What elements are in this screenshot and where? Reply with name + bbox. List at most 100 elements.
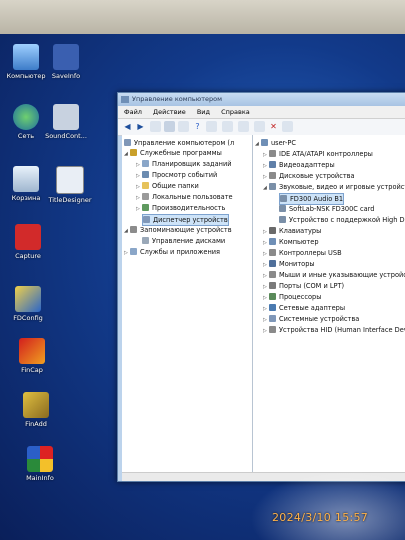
tree-item-storage[interactable]: ◢ Запоминающие устройств xyxy=(124,225,232,235)
update-driver-icon[interactable] xyxy=(238,121,249,132)
toolbar: ◀ ▶ ? ✕ xyxy=(118,119,405,136)
device-root[interactable]: ◢ user-PC xyxy=(255,138,296,148)
computer-management-window: Управление компьютером Файл Действие Вид… xyxy=(117,92,405,482)
app-icon xyxy=(121,96,129,103)
monitor-bezel xyxy=(0,0,405,34)
menu-bar: Файл Действие Вид Справка xyxy=(118,106,405,119)
ide-controller-icon xyxy=(269,150,276,157)
disk-drive-icon xyxy=(269,172,276,179)
computer-icon xyxy=(269,238,276,245)
forward-arrow-icon[interactable]: ▶ xyxy=(135,121,146,132)
back-arrow-icon[interactable]: ◀ xyxy=(122,121,133,132)
up-folder-icon[interactable] xyxy=(150,121,161,132)
tree-item-performance[interactable]: ▷ Производительность xyxy=(136,203,225,213)
hd-audio-icon xyxy=(279,216,286,223)
window-title: Управление компьютером xyxy=(132,95,222,103)
event-viewer-icon xyxy=(142,171,149,178)
device-category[interactable]: ▷ Дисковые устройства xyxy=(263,171,355,181)
keyboard-icon xyxy=(269,227,276,234)
maininfo-icon xyxy=(27,446,53,472)
properties-icon[interactable] xyxy=(178,121,189,132)
capture-icon xyxy=(15,224,41,250)
mouse-icon xyxy=(269,271,276,278)
device-tree: ◢ user-PC ▷ IDE ATA/ATAPI контроллеры ▷ Вид… xyxy=(253,135,405,481)
usb-icon xyxy=(269,249,276,256)
device-category[interactable]: ▷ Сетевые адаптеры xyxy=(263,303,345,313)
network-adapter-icon xyxy=(269,304,276,311)
disk-icon xyxy=(142,237,149,244)
performance-icon xyxy=(142,204,149,211)
desktop-icon-finadd[interactable]: FinAdd xyxy=(10,392,62,428)
soundcont-icon xyxy=(53,104,79,130)
device-category[interactable]: ▷Устройства HID (Human Interface Devices… xyxy=(263,325,405,335)
menu-action[interactable]: Действие xyxy=(153,108,186,116)
tools-icon xyxy=(130,149,137,156)
uninstall-icon[interactable]: ✕ xyxy=(268,121,279,132)
menu-view[interactable]: Вид xyxy=(197,108,210,116)
recycle-bin-icon xyxy=(13,166,39,192)
saveinfo-icon xyxy=(53,44,79,70)
desktop-icon-saveinfo[interactable]: SaveInfo xyxy=(40,44,92,80)
photo-timestamp: 2024/3/10 15:57 xyxy=(272,511,369,524)
scan-hardware-icon[interactable] xyxy=(222,121,233,132)
network-icon xyxy=(13,104,39,130)
fdconfig-icon xyxy=(15,286,41,312)
device-category[interactable]: ▷ Мониторы xyxy=(263,259,315,269)
content-area: Управление компьютером (л ◢ Служебные про… xyxy=(122,135,405,481)
device-category[interactable]: ▷ Мыши и иные указывающие устройства xyxy=(263,270,405,280)
titledesigner-icon xyxy=(56,166,84,194)
folder-icon xyxy=(142,182,149,189)
computer-icon xyxy=(13,44,39,70)
tree-item-disk-management[interactable]: Управление дисками xyxy=(142,236,225,246)
device-category[interactable]: ▷ Клавиатуры xyxy=(263,226,321,236)
show-tree-icon[interactable] xyxy=(164,121,175,132)
tree-item-root[interactable]: Управление компьютером (л xyxy=(124,138,234,148)
scheduler-icon xyxy=(142,160,149,167)
sound-device-icon xyxy=(269,183,276,190)
tree-item-services-apps[interactable]: ▷ Службы и приложения xyxy=(124,247,220,257)
users-icon xyxy=(142,193,149,200)
help-icon[interactable]: ? xyxy=(192,121,203,132)
desktop-icon-fincap[interactable]: FinCap xyxy=(6,338,58,374)
device-item[interactable]: SoftLab-NSK FD300C card xyxy=(279,204,374,214)
display-adapter-icon xyxy=(269,161,276,168)
desktop-icon-maininfo[interactable]: MainInfo xyxy=(14,446,66,482)
pc-icon xyxy=(261,139,268,146)
device-category[interactable]: ▷ Системные устройства xyxy=(263,314,359,324)
device-category[interactable]: ▷ Видеоадаптеры xyxy=(263,160,335,170)
fincap-icon xyxy=(19,338,45,364)
tree-item-task-scheduler[interactable]: ▷ Планировщик заданий xyxy=(136,159,232,169)
title-bar[interactable]: Управление компьютером xyxy=(118,93,405,106)
tree-item-shared-folders[interactable]: ▷ Общие папки xyxy=(136,181,199,191)
disable-device-icon[interactable] xyxy=(254,121,265,132)
processor-icon xyxy=(269,293,276,300)
menu-help[interactable]: Справка xyxy=(221,108,250,116)
port-icon xyxy=(269,282,276,289)
device-category[interactable]: ▷ Порты (COM и LPT) xyxy=(263,281,344,291)
screen-glare xyxy=(250,470,405,540)
device-category[interactable]: ▷ Контроллеры USB xyxy=(263,248,342,258)
device-category[interactable]: ▷ Процессоры xyxy=(263,292,321,302)
desktop-icon-titledesigner[interactable]: TitleDesigner xyxy=(44,166,96,204)
tree-item-system-tools[interactable]: ◢ Служебные программы xyxy=(124,148,222,158)
tree-item-event-viewer[interactable]: ▷ Просмотр событий xyxy=(136,170,217,180)
capture-card-icon xyxy=(279,205,286,212)
export-icon[interactable] xyxy=(206,121,217,132)
tree-item-local-users[interactable]: ▷ Локальные пользовате xyxy=(136,192,233,202)
services-icon xyxy=(130,248,137,255)
device-category[interactable]: ▷ Компьютер xyxy=(263,237,319,247)
device-category[interactable]: ◢ Звуковые, видео и игровые устройства xyxy=(263,182,405,192)
computer-management-icon xyxy=(124,139,131,146)
hid-icon xyxy=(269,326,276,333)
system-device-icon xyxy=(269,315,276,322)
device-category[interactable]: ▷ IDE ATA/ATAPI контроллеры xyxy=(263,149,373,159)
enable-device-icon[interactable] xyxy=(282,121,293,132)
device-item[interactable]: Устройство с поддержкой High Definitio xyxy=(279,215,405,225)
desktop-icon-fdconfig[interactable]: FDConfig xyxy=(2,286,54,322)
desktop-icon-soundcont[interactable]: SoundCont... xyxy=(40,104,92,140)
storage-icon xyxy=(130,226,137,233)
navigation-tree: Управление компьютером (л ◢ Служебные про… xyxy=(122,135,253,481)
finadd-icon xyxy=(23,392,49,418)
desktop-icon-capture[interactable]: Capture xyxy=(2,224,54,260)
menu-file[interactable]: Файл xyxy=(124,108,142,116)
